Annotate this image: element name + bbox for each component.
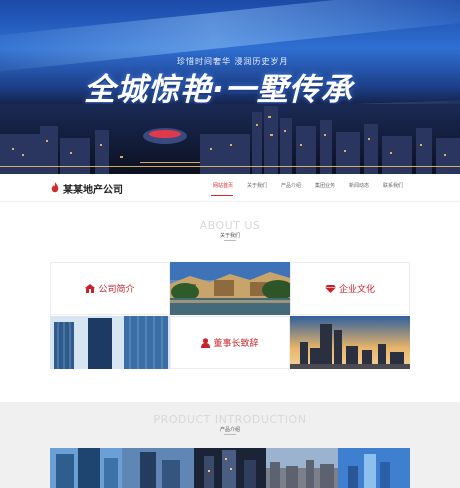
nav-item-products[interactable]: 产品介绍 bbox=[281, 182, 301, 189]
company-intro-label: 公司简介 bbox=[85, 282, 135, 295]
hero-banner: 珍惜时间奢华 浸润历史岁月 全城惊艳·一墅传承 bbox=[0, 0, 460, 174]
flame-logo-icon bbox=[51, 182, 59, 193]
person-icon bbox=[201, 337, 211, 348]
about-grid: 公司简介 企业文化 董事长致辞 bbox=[50, 262, 410, 369]
product-title-divider bbox=[224, 434, 236, 435]
product-title-cn: 产品介绍 bbox=[219, 427, 240, 433]
hero-city-skyline-image bbox=[0, 104, 460, 174]
nav-item-news[interactable]: 新闻动态 bbox=[349, 182, 369, 189]
culture-text: 企业文化 bbox=[338, 285, 375, 295]
company-logo[interactable]: 某某地产公司 bbox=[50, 181, 123, 196]
chairman-speech-card[interactable]: 董事长致辞 bbox=[170, 316, 290, 369]
nav-item-about[interactable]: 关于我们 bbox=[247, 182, 267, 189]
product-thumbnail[interactable] bbox=[122, 448, 194, 488]
about-title-cn: 关于我们 bbox=[219, 233, 240, 239]
product-thumbnail[interactable] bbox=[194, 448, 266, 488]
culture-card[interactable]: 企业文化 bbox=[290, 262, 410, 315]
nav-active-indicator bbox=[211, 195, 233, 196]
product-title-en: PRODUCT INTRODUCTION bbox=[153, 413, 307, 426]
diamond-icon bbox=[324, 284, 336, 293]
villa-lake-photo bbox=[170, 262, 290, 315]
nav-item-business[interactable]: 集团业务 bbox=[315, 182, 335, 189]
product-gallery bbox=[50, 448, 410, 488]
product-thumbnail[interactable] bbox=[338, 448, 410, 488]
top-navigation: 某某地产公司 网站首页 关于我们 产品介绍 集团业务 新闻动态 联系我们 bbox=[0, 174, 460, 202]
culture-label: 企业文化 bbox=[324, 282, 375, 295]
company-intro-card[interactable]: 公司简介 bbox=[50, 262, 170, 315]
nav-item-home[interactable]: 网站首页 bbox=[213, 182, 233, 189]
sunset-skyline-photo bbox=[290, 316, 410, 369]
house-icon bbox=[85, 284, 96, 293]
chairman-speech-text: 董事长致辞 bbox=[213, 339, 259, 349]
hero-headline: 全城惊艳·一墅传承 bbox=[84, 72, 353, 108]
product-thumbnail[interactable] bbox=[266, 448, 338, 488]
logo-text: 某某地产公司 bbox=[63, 184, 123, 196]
chairman-speech-label: 董事长致辞 bbox=[201, 336, 259, 349]
nav-item-contact[interactable]: 联系我们 bbox=[383, 182, 403, 189]
company-intro-text: 公司简介 bbox=[98, 285, 135, 295]
office-towers-photo bbox=[50, 316, 170, 369]
about-title-en: ABOUT US bbox=[199, 219, 261, 232]
about-title-divider bbox=[224, 240, 236, 241]
product-thumbnail[interactable] bbox=[50, 448, 122, 488]
